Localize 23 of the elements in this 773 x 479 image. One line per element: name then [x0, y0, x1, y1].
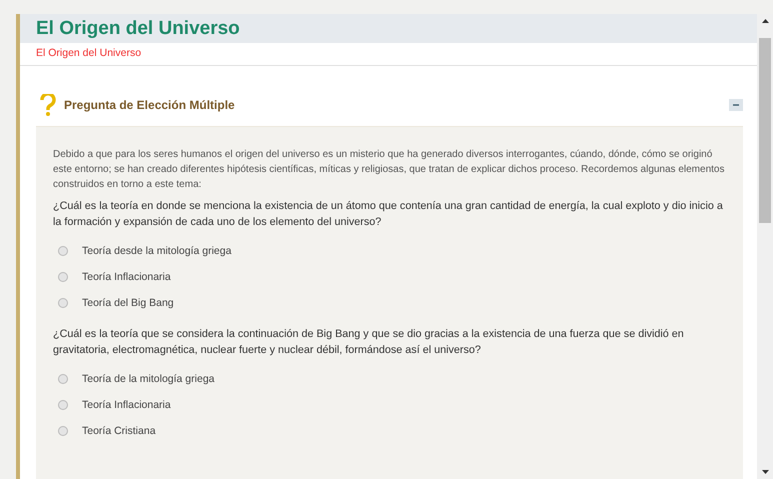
- intro-text: Debido a que para los seres humanos el origen del universo es un misterio que ha generado diversos interrogantes, cúando, dónde, cómo se originó este entorno; se han creado diferentes hipótesis científicas, míticas y religiosas, que tratan de explicar dichos proceso. Recordemos algunas elementos construidos en torno a este tema:: [53, 148, 726, 192]
- question-mark-icon: [40, 94, 56, 116]
- radio-button[interactable]: [58, 298, 68, 308]
- option-label[interactable]: Teoría de la mitología griega: [82, 373, 214, 385]
- radio-button[interactable]: [58, 374, 68, 384]
- section-title: Pregunta de Elección Múltiple: [64, 98, 236, 112]
- scroll-up-icon[interactable]: [762, 19, 768, 23]
- option-label[interactable]: Teoría Cristiana: [82, 425, 156, 437]
- option-label[interactable]: Teoría del Big Bang: [82, 297, 174, 309]
- breadcrumb-link[interactable]: El Origen del Universo: [20, 43, 757, 66]
- scrollbar[interactable]: [757, 14, 773, 479]
- page-title: El Origen del Universo: [36, 18, 241, 40]
- radio-button[interactable]: [58, 272, 68, 282]
- question-text: ¿Cuál es la teoría en donde se menciona la existencia de un átomo que contenía una gran cantidad de energía, la cual exploto y dio inicio a la formación y expansión de cada uno de los elemento del universo?: [53, 199, 724, 230]
- radio-button[interactable]: [58, 426, 68, 436]
- question-text: ¿Cuál es la teoría que se considera la continuación de Big Bang y que se dio gracias a la existencia de una fuerza que se dividió en gravitatoria, electromagnética, nuclear fuerte y nuclear débil, formándose así el universo?: [53, 327, 685, 358]
- option-label[interactable]: Teoría Inflacionaria: [82, 399, 171, 411]
- radio-button[interactable]: [58, 246, 68, 256]
- scroll-down-icon[interactable]: [762, 470, 768, 474]
- option-label[interactable]: Teoría Inflacionaria: [82, 271, 171, 283]
- option-label[interactable]: Teoría desde la mitología griega: [82, 245, 232, 257]
- collapse-button[interactable]: −: [729, 99, 743, 111]
- radio-button[interactable]: [58, 400, 68, 410]
